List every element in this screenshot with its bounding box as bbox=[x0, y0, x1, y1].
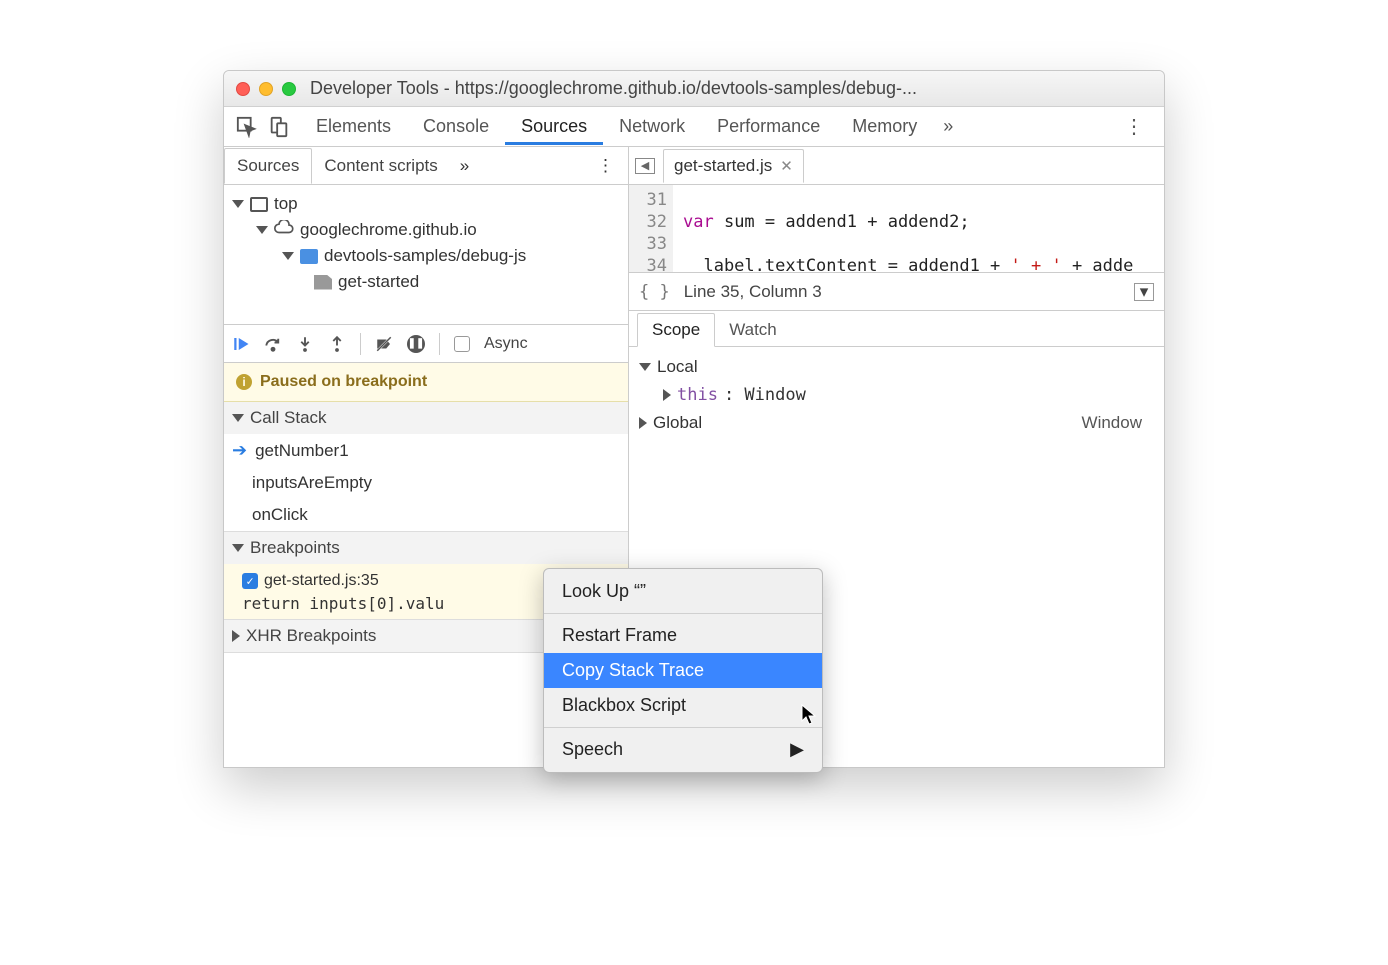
context-menu: Look Up “” Restart Frame Copy Stack Trac… bbox=[543, 568, 823, 773]
step-into-icon[interactable] bbox=[296, 335, 314, 353]
deactivate-breakpoints-icon[interactable] bbox=[375, 335, 393, 353]
line-gutter: 31 32 33 34 bbox=[629, 185, 673, 272]
file-tab[interactable]: get-started.js ✕ bbox=[663, 149, 804, 183]
menu-restart-frame[interactable]: Restart Frame bbox=[544, 618, 822, 653]
collapse-icon bbox=[639, 417, 647, 429]
traffic-lights bbox=[236, 82, 296, 96]
scope-panel: Local this: Window GlobalWindow bbox=[629, 347, 1164, 443]
scope-local[interactable]: Local bbox=[629, 353, 1164, 381]
inspect-icon[interactable] bbox=[236, 116, 258, 138]
menu-separator bbox=[544, 613, 822, 614]
more-tabs-chevron-icon[interactable]: » bbox=[933, 116, 963, 137]
debugger-toolbar: ❚❚ Async bbox=[224, 325, 628, 363]
main-tab-bar: Elements Console Sources Network Perform… bbox=[224, 107, 1164, 147]
tab-performance[interactable]: Performance bbox=[701, 108, 836, 145]
folder-icon bbox=[300, 249, 318, 264]
resume-icon[interactable] bbox=[232, 335, 250, 353]
expand-icon bbox=[256, 226, 268, 234]
pause-exceptions-icon[interactable]: ❚❚ bbox=[407, 335, 425, 353]
file-icon bbox=[314, 275, 332, 290]
settings-kebab-icon[interactable]: ⋮ bbox=[1116, 114, 1152, 139]
current-frame-arrow-icon: ➔ bbox=[232, 440, 247, 461]
tab-console[interactable]: Console bbox=[407, 108, 505, 145]
cursor-position: Line 35, Column 3 bbox=[684, 282, 822, 302]
expand-icon bbox=[232, 414, 244, 422]
menu-speech[interactable]: Speech▶ bbox=[544, 732, 822, 767]
async-label: Async bbox=[484, 335, 528, 353]
tree-top[interactable]: top bbox=[224, 191, 628, 217]
breakpoints-header[interactable]: Breakpoints bbox=[224, 532, 628, 564]
show-navigator-icon[interactable]: ◀ bbox=[635, 158, 655, 174]
menu-lookup[interactable]: Look Up “” bbox=[544, 574, 822, 609]
collapse-icon bbox=[663, 389, 671, 401]
call-stack-header[interactable]: Call Stack bbox=[224, 402, 628, 434]
async-checkbox[interactable] bbox=[454, 336, 470, 352]
submenu-arrow-icon: ▶ bbox=[790, 739, 804, 760]
close-tab-icon[interactable]: ✕ bbox=[780, 157, 793, 175]
menu-separator bbox=[544, 727, 822, 728]
code-lines: var sum = addend1 + addend2; label.textC… bbox=[673, 185, 1133, 272]
more-subtabs-chevron-icon[interactable]: » bbox=[450, 156, 479, 176]
divider bbox=[360, 333, 361, 355]
sources-subtabs: Sources Content scripts » ⋮ bbox=[224, 147, 628, 185]
call-stack-section: Call Stack ➔getNumber1 inputsAreEmpty on… bbox=[224, 402, 628, 532]
step-over-icon[interactable] bbox=[264, 335, 282, 353]
menu-copy-stack-trace[interactable]: Copy Stack Trace bbox=[544, 653, 822, 688]
subtab-sources[interactable]: Sources bbox=[224, 148, 312, 184]
code-editor[interactable]: 31 32 33 34 var sum = addend1 + addend2;… bbox=[629, 185, 1164, 273]
tree-domain[interactable]: googlechrome.github.io bbox=[224, 217, 628, 243]
stack-frame[interactable]: onClick bbox=[224, 499, 628, 531]
window-title: Developer Tools - https://googlechrome.g… bbox=[310, 78, 917, 99]
divider bbox=[439, 333, 440, 355]
tab-watch[interactable]: Watch bbox=[715, 314, 791, 346]
cursor-icon bbox=[800, 703, 818, 733]
zoom-window-button[interactable] bbox=[282, 82, 296, 96]
expand-icon bbox=[232, 200, 244, 208]
subtab-content-scripts[interactable]: Content scripts bbox=[312, 149, 449, 183]
minimize-window-button[interactable] bbox=[259, 82, 273, 96]
menu-blackbox-script[interactable]: Blackbox Script bbox=[544, 688, 822, 723]
scope-this[interactable]: this: Window bbox=[629, 381, 1164, 409]
cloud-icon bbox=[274, 220, 294, 240]
sources-kebab-icon[interactable]: ⋮ bbox=[583, 156, 628, 176]
tab-network[interactable]: Network bbox=[603, 108, 701, 145]
tab-scope[interactable]: Scope bbox=[637, 313, 715, 347]
step-out-icon[interactable] bbox=[328, 335, 346, 353]
device-toggle-icon[interactable] bbox=[268, 116, 290, 138]
close-window-button[interactable] bbox=[236, 82, 250, 96]
window-titlebar: Developer Tools - https://googlechrome.g… bbox=[224, 71, 1164, 107]
collapse-icon bbox=[232, 630, 240, 642]
tab-sources[interactable]: Sources bbox=[505, 108, 603, 145]
stack-frame[interactable]: inputsAreEmpty bbox=[224, 467, 628, 499]
scope-global[interactable]: GlobalWindow bbox=[629, 409, 1164, 437]
paused-status: i Paused on breakpoint bbox=[224, 363, 628, 402]
file-tree: top googlechrome.github.io devtools-samp… bbox=[224, 185, 628, 325]
editor-status-bar: { } Line 35, Column 3 ▾ bbox=[629, 273, 1164, 311]
info-icon: i bbox=[236, 374, 252, 390]
pretty-print-icon[interactable]: { } bbox=[639, 282, 670, 302]
tab-memory[interactable]: Memory bbox=[836, 108, 933, 145]
stack-frame[interactable]: ➔getNumber1 bbox=[224, 434, 628, 467]
file-tab-bar: ◀ get-started.js ✕ bbox=[629, 147, 1164, 185]
breakpoint-checkbox[interactable]: ✓ bbox=[242, 573, 258, 589]
tab-elements[interactable]: Elements bbox=[300, 108, 407, 145]
expand-icon bbox=[282, 252, 294, 260]
editor-dropdown-icon[interactable]: ▾ bbox=[1134, 283, 1154, 301]
expand-icon bbox=[639, 363, 651, 371]
frame-icon bbox=[250, 197, 268, 212]
scope-tab-bar: Scope Watch bbox=[629, 311, 1164, 347]
tree-folder[interactable]: devtools-samples/debug-js bbox=[224, 243, 628, 269]
expand-icon bbox=[232, 544, 244, 552]
tree-file[interactable]: get-started bbox=[224, 269, 628, 295]
